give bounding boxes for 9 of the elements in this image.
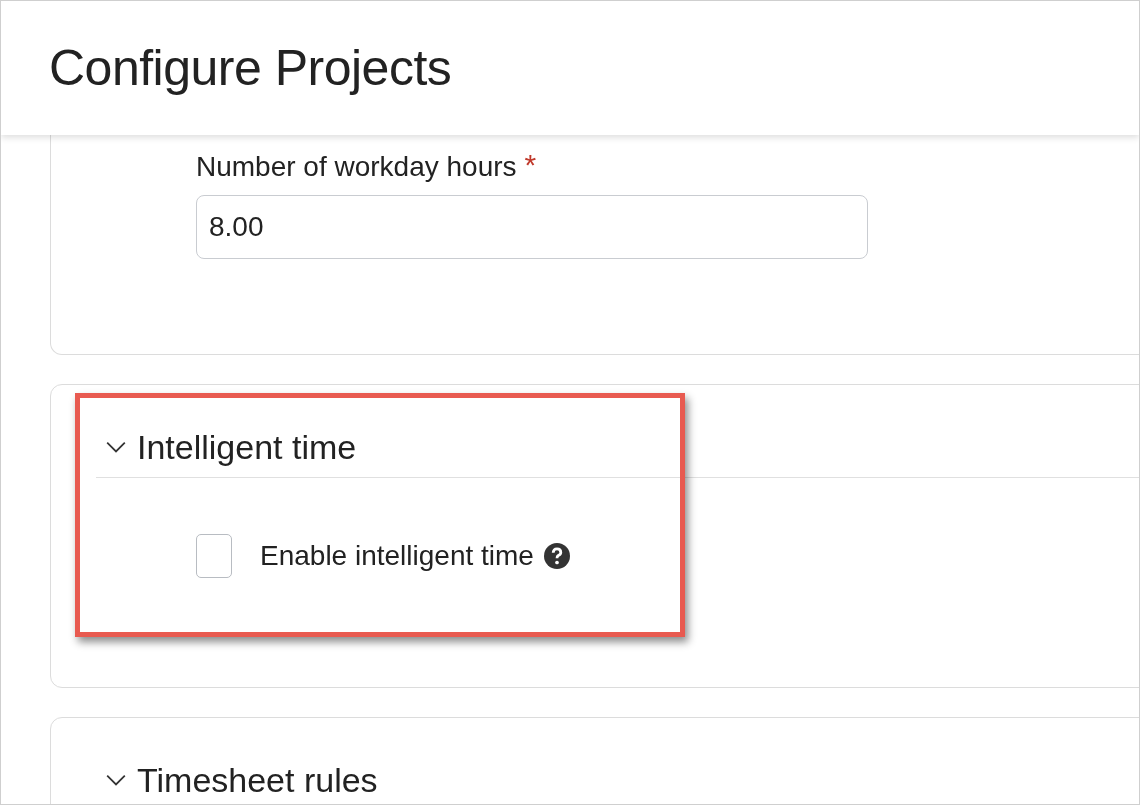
checkbox-label: Enable intelligent time <box>260 540 534 572</box>
help-icon[interactable] <box>543 543 570 569</box>
checkbox[interactable] <box>196 534 232 578</box>
required-mark: * <box>524 151 537 178</box>
section-title[interactable]: Timesheet rules <box>137 760 378 800</box>
page-title: Configure Projects <box>49 43 453 93</box>
field-label: Number of workday hours <box>196 151 517 183</box>
input-field[interactable]: 8.00 <box>196 195 868 259</box>
section-title[interactable]: Intelligent time <box>137 427 357 467</box>
